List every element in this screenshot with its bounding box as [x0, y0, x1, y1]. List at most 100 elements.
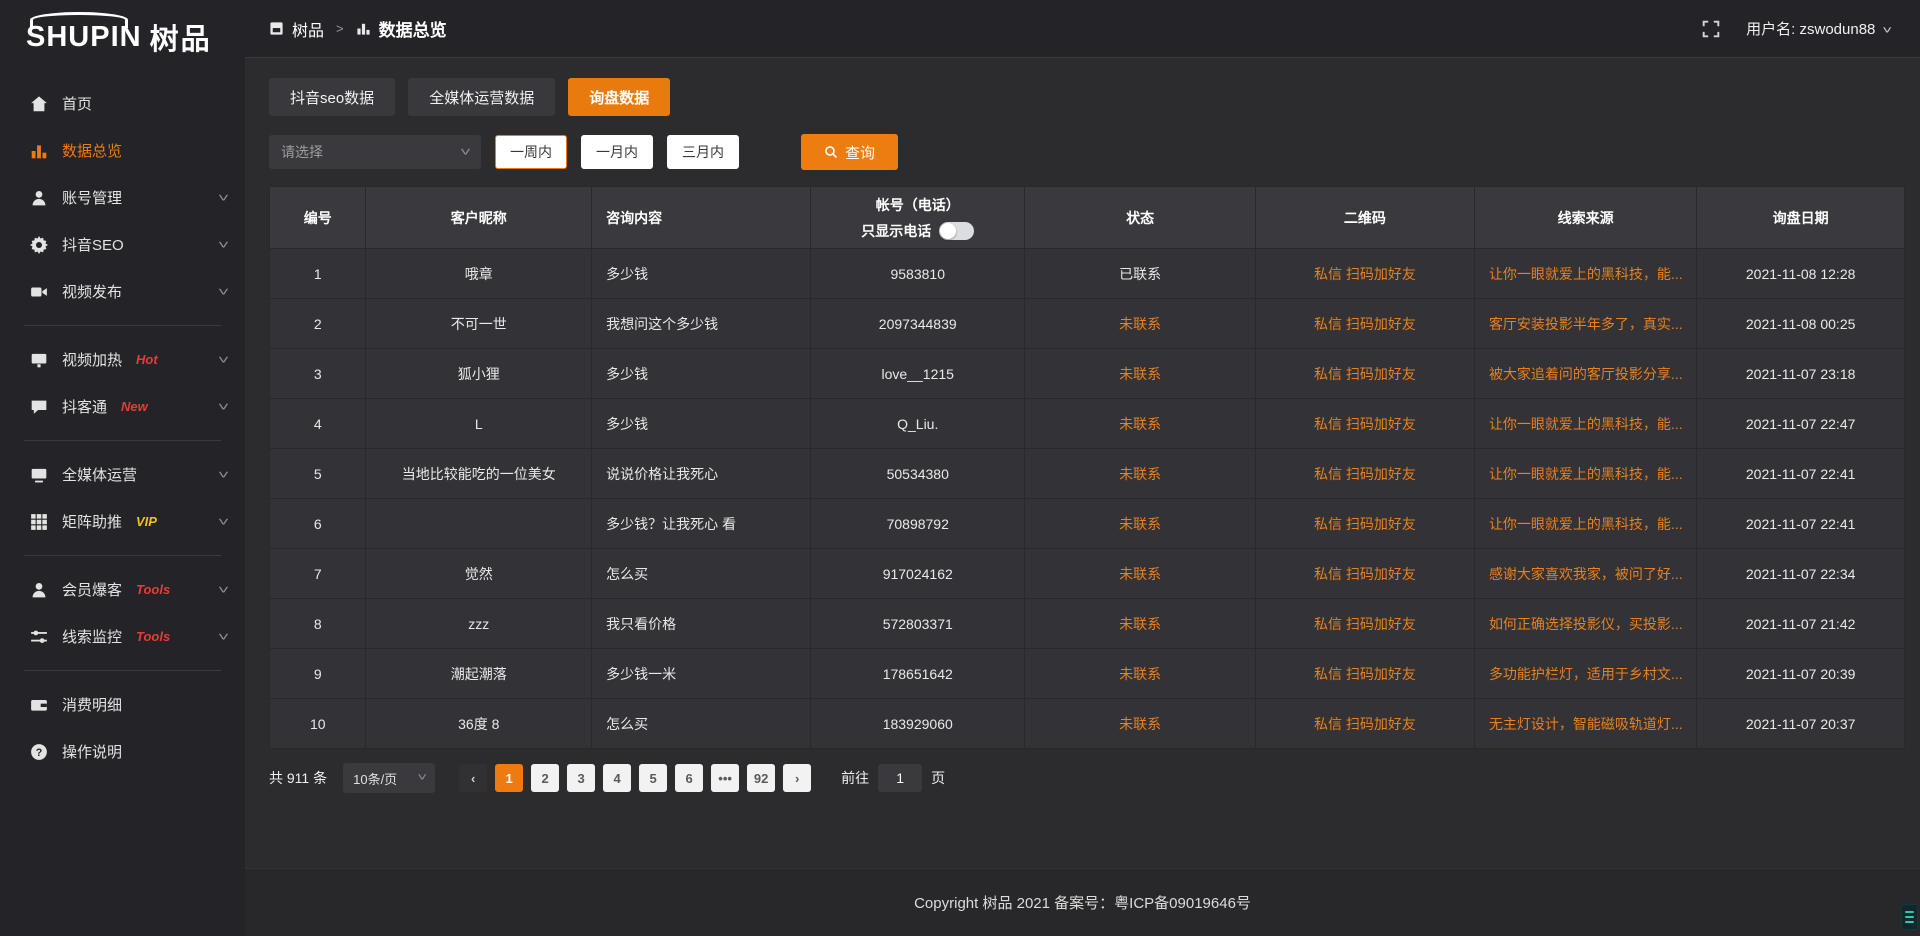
- row-source-link[interactable]: 被大家追着问的客厅投影分享...: [1474, 349, 1696, 399]
- sidebar-item-6[interactable]: 视频加热Hot˅: [0, 336, 245, 383]
- sidebar-item-label: 消费明细: [62, 694, 122, 715]
- row-qrcode-link[interactable]: 私信 扫码加好友: [1255, 399, 1474, 449]
- row-qrcode-link[interactable]: 私信 扫码加好友: [1255, 499, 1474, 549]
- sidebar-item-7[interactable]: 抖客通New˅: [0, 383, 245, 430]
- row-inquiry: 多少钱: [592, 349, 811, 399]
- logo-arc-decoration: [30, 12, 128, 28]
- sidebar-item-5[interactable]: 视频发布˅: [0, 268, 245, 315]
- goto-page-input[interactable]: [878, 764, 922, 792]
- row-inquiry: 多少钱: [592, 249, 811, 299]
- sidebar-item-label: 会员爆客: [62, 579, 122, 600]
- table-row: 7觉然怎么买917024162未联系私信 扫码加好友感谢大家喜欢我家，被问了好.…: [270, 549, 1905, 599]
- col-header-date: 询盘日期: [1697, 187, 1905, 249]
- breadcrumb-root[interactable]: 树品: [292, 17, 324, 41]
- breadcrumb-separator: >: [336, 21, 344, 36]
- gear-icon: [30, 236, 48, 254]
- row-qrcode-link[interactable]: 私信 扫码加好友: [1255, 699, 1474, 749]
- row-source-link[interactable]: 感谢大家喜欢我家，被问了好...: [1474, 549, 1696, 599]
- row-nickname: 当地比较能吃的一位美女: [366, 449, 592, 499]
- row-source-link[interactable]: 让你一眼就爱上的黑科技，能...: [1474, 449, 1696, 499]
- tab-1[interactable]: 抖音seo数据: [269, 78, 395, 116]
- row-qrcode-link[interactable]: 私信 扫码加好友: [1255, 299, 1474, 349]
- chevron-down-icon: ˅: [218, 400, 229, 414]
- video-icon: [30, 283, 48, 301]
- row-source-link[interactable]: 无主灯设计，智能磁吸轨道灯...: [1474, 699, 1696, 749]
- row-id: 5: [270, 449, 366, 499]
- filter-select[interactable]: 请选择 ˅: [269, 135, 481, 169]
- row-qrcode-link[interactable]: 私信 扫码加好友: [1255, 549, 1474, 599]
- tab-3[interactable]: 询盘数据: [568, 78, 670, 116]
- page-button-5[interactable]: 5: [639, 764, 667, 792]
- main-column: 树品 > 数据总览 用户名: zswodun88 ˅ 抖音seo数据: [245, 0, 1920, 936]
- person-icon: [30, 581, 48, 599]
- phone-only-label: 只显示电话: [861, 221, 931, 241]
- row-qrcode-link[interactable]: 私信 扫码加好友: [1255, 599, 1474, 649]
- row-source-link[interactable]: 让你一眼就爱上的黑科技，能...: [1474, 399, 1696, 449]
- row-inquiry: 怎么买: [592, 549, 811, 599]
- sidebar-item-1[interactable]: 首页: [0, 80, 245, 127]
- comment-icon: [30, 398, 48, 416]
- row-source-link[interactable]: 让你一眼就爱上的黑科技，能...: [1474, 499, 1696, 549]
- tab-2[interactable]: 全媒体运营数据: [408, 78, 555, 116]
- chevron-down-icon: ˅: [218, 630, 229, 644]
- phone-only-toggle[interactable]: [939, 222, 974, 240]
- row-qrcode-link[interactable]: 私信 扫码加好友: [1255, 349, 1474, 399]
- row-source-link[interactable]: 客厅安装投影半年多了，真实...: [1474, 299, 1696, 349]
- sidebar-item-2[interactable]: 数据总览: [0, 127, 245, 174]
- page-size-select[interactable]: 10条/页 ˅: [343, 763, 435, 793]
- chevron-down-icon: ˅: [1882, 25, 1892, 37]
- sidebar-divider: [24, 555, 221, 556]
- sidebar-item-4[interactable]: 抖音SEO˅: [0, 221, 245, 268]
- sidebar-item-8[interactable]: 全媒体运营˅: [0, 451, 245, 498]
- table-row: 8zzz我只看价格572803371未联系私信 扫码加好友如何正确选择投影仪，买…: [270, 599, 1905, 649]
- row-id: 8: [270, 599, 366, 649]
- table-row: 3狐小狸多少钱love__1215未联系私信 扫码加好友被大家追着问的客厅投影分…: [270, 349, 1905, 399]
- row-date: 2021-11-07 22:34: [1697, 549, 1905, 599]
- row-qrcode-link[interactable]: 私信 扫码加好友: [1255, 449, 1474, 499]
- sidebar-item-12[interactable]: 消费明细: [0, 681, 245, 728]
- sidebar-item-10[interactable]: 会员爆客Tools˅: [0, 566, 245, 613]
- mini-widget[interactable]: [1901, 904, 1918, 930]
- page-button-6[interactable]: 6: [675, 764, 703, 792]
- sidebar-item-11[interactable]: 线索监控Tools˅: [0, 613, 245, 660]
- page-size-value: 10条/页: [353, 769, 397, 788]
- page-button-3[interactable]: 3: [567, 764, 595, 792]
- range-button-1[interactable]: 一周内: [495, 135, 567, 169]
- page-button-2[interactable]: 2: [531, 764, 559, 792]
- row-id: 4: [270, 399, 366, 449]
- row-source-link[interactable]: 让你一眼就爱上的黑科技，能...: [1474, 249, 1696, 299]
- sidebar-item-label: 视频发布: [62, 281, 122, 302]
- row-qrcode-link[interactable]: 私信 扫码加好友: [1255, 649, 1474, 699]
- table-row: 4L多少钱Q_Liu.未联系私信 扫码加好友让你一眼就爱上的黑科技，能...20…: [270, 399, 1905, 449]
- page-button-92[interactable]: 92: [747, 764, 775, 792]
- row-status: 未联系: [1025, 649, 1256, 699]
- page-ellipsis[interactable]: •••: [711, 764, 739, 792]
- username-value: zswodun88: [1800, 21, 1876, 38]
- prev-page-button[interactable]: ‹: [459, 764, 487, 792]
- row-inquiry: 多少钱: [592, 399, 811, 449]
- row-qrcode-link[interactable]: 私信 扫码加好友: [1255, 249, 1474, 299]
- row-account: 183929060: [811, 699, 1025, 749]
- row-inquiry: 我想问这个多少钱: [592, 299, 811, 349]
- filter-select-placeholder: 请选择: [281, 142, 323, 162]
- page-button-4[interactable]: 4: [603, 764, 631, 792]
- svg-text:?: ?: [36, 746, 43, 758]
- row-date: 2021-11-07 22:41: [1697, 449, 1905, 499]
- row-source-link[interactable]: 多功能护栏灯，适用于乡村文...: [1474, 649, 1696, 699]
- range-button-2[interactable]: 一月内: [581, 135, 653, 169]
- row-nickname: 潮起潮落: [366, 649, 592, 699]
- fullscreen-icon[interactable]: [1702, 20, 1720, 38]
- col-header-account: 帐号（电话） 只显示电话: [811, 187, 1025, 249]
- query-button[interactable]: 查询: [801, 134, 898, 170]
- next-page-button[interactable]: ›: [783, 764, 811, 792]
- table-row: 9潮起潮落多少钱一米178651642未联系私信 扫码加好友多功能护栏灯，适用于…: [270, 649, 1905, 699]
- page-title: 数据总览: [379, 16, 447, 41]
- sidebar-item-9[interactable]: 矩阵助推VIP˅: [0, 498, 245, 545]
- user-menu[interactable]: 用户名: zswodun88 ˅: [1746, 18, 1890, 39]
- sidebar-item-label: 首页: [62, 93, 92, 114]
- sidebar-item-13[interactable]: ?操作说明: [0, 728, 245, 775]
- page-button-1[interactable]: 1: [495, 764, 523, 792]
- range-button-3[interactable]: 三月内: [667, 135, 739, 169]
- row-source-link[interactable]: 如何正确选择投影仪，买投影...: [1474, 599, 1696, 649]
- sidebar-item-3[interactable]: 账号管理˅: [0, 174, 245, 221]
